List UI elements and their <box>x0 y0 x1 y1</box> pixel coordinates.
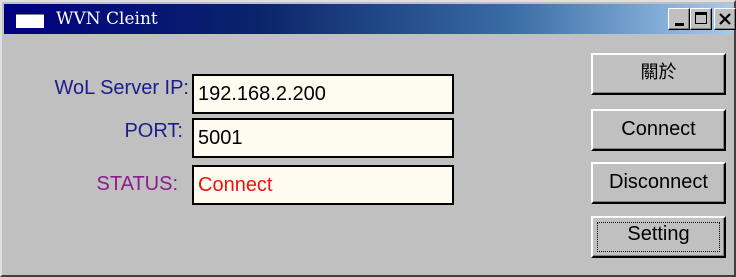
minimize-button[interactable] <box>668 8 690 30</box>
app-window: WVN Cleint WoL Server IP: 192.168.2.200 … <box>0 0 736 277</box>
status-field[interactable]: Connect <box>192 165 454 205</box>
connect-button[interactable]: Connect <box>591 109 726 151</box>
about-button[interactable]: 關於 <box>591 53 726 95</box>
port-input[interactable]: 5001 <box>192 118 454 158</box>
setting-button-label: Setting <box>627 223 690 245</box>
disconnect-button[interactable]: Disconnect <box>591 162 726 204</box>
minimize-icon <box>675 23 684 26</box>
close-button[interactable] <box>714 8 736 30</box>
maximize-icon <box>695 12 707 24</box>
server-ip-input[interactable]: 192.168.2.200 <box>192 74 454 114</box>
status-label: STATUS: <box>96 173 178 195</box>
setting-button[interactable]: Setting <box>591 216 726 258</box>
port-label: PORT: <box>124 120 183 142</box>
window-title: WVN Cleint <box>56 9 158 29</box>
maximize-button[interactable] <box>690 8 712 30</box>
title-bar[interactable]: WVN Cleint <box>4 4 736 34</box>
window-icon <box>16 10 44 28</box>
close-icon <box>719 13 731 25</box>
server-ip-label: WoL Server IP: <box>54 77 190 99</box>
